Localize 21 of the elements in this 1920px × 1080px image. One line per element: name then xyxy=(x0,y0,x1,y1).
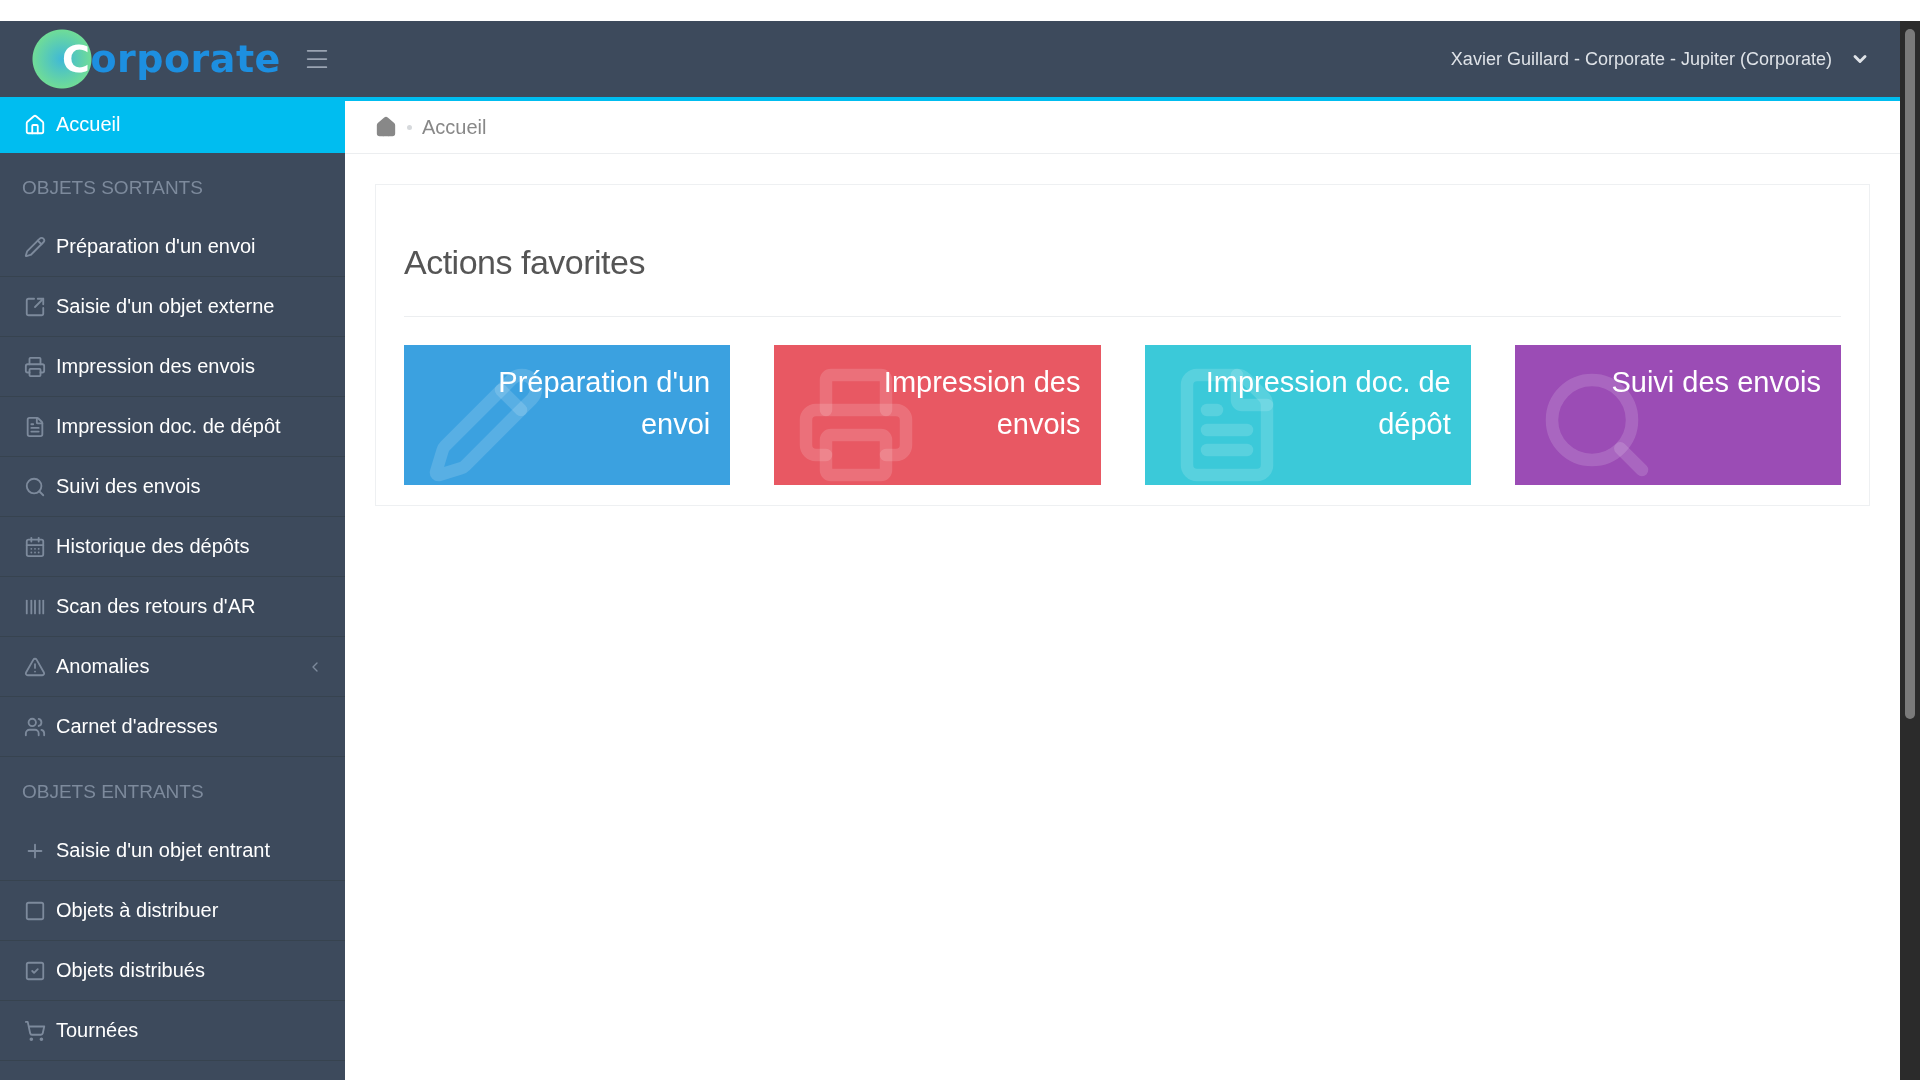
checkbox-icon xyxy=(24,899,46,922)
section-heading: OBJETS SORTANTS xyxy=(21,176,204,200)
action-tile[interactable]: Impression des envois xyxy=(774,345,1101,485)
cart-icon xyxy=(24,1019,46,1042)
calendar-icon xyxy=(24,535,46,558)
action-tile[interactable]: Suivi des envois xyxy=(1514,345,1841,485)
scrollbar[interactable] xyxy=(1900,21,1920,1080)
external-link-icon xyxy=(24,295,46,318)
home-icon[interactable] xyxy=(375,116,397,138)
panel-title: Actions favorites xyxy=(404,243,1841,317)
home-icon xyxy=(24,113,46,136)
search-icon xyxy=(24,475,46,498)
users-icon xyxy=(24,715,46,738)
checked-box-icon xyxy=(24,959,46,982)
section-heading: OBJETS ENTRANTS xyxy=(21,780,205,804)
user-menu[interactable]: Xavier Guillard - Corporate - Jupiter (Corporate) xyxy=(1450,48,1870,70)
document-icon xyxy=(24,415,46,438)
breadcrumb-item: Accueil xyxy=(422,115,487,139)
printer-icon xyxy=(24,355,46,378)
pencil-icon xyxy=(24,235,46,258)
warning-icon xyxy=(24,655,46,678)
